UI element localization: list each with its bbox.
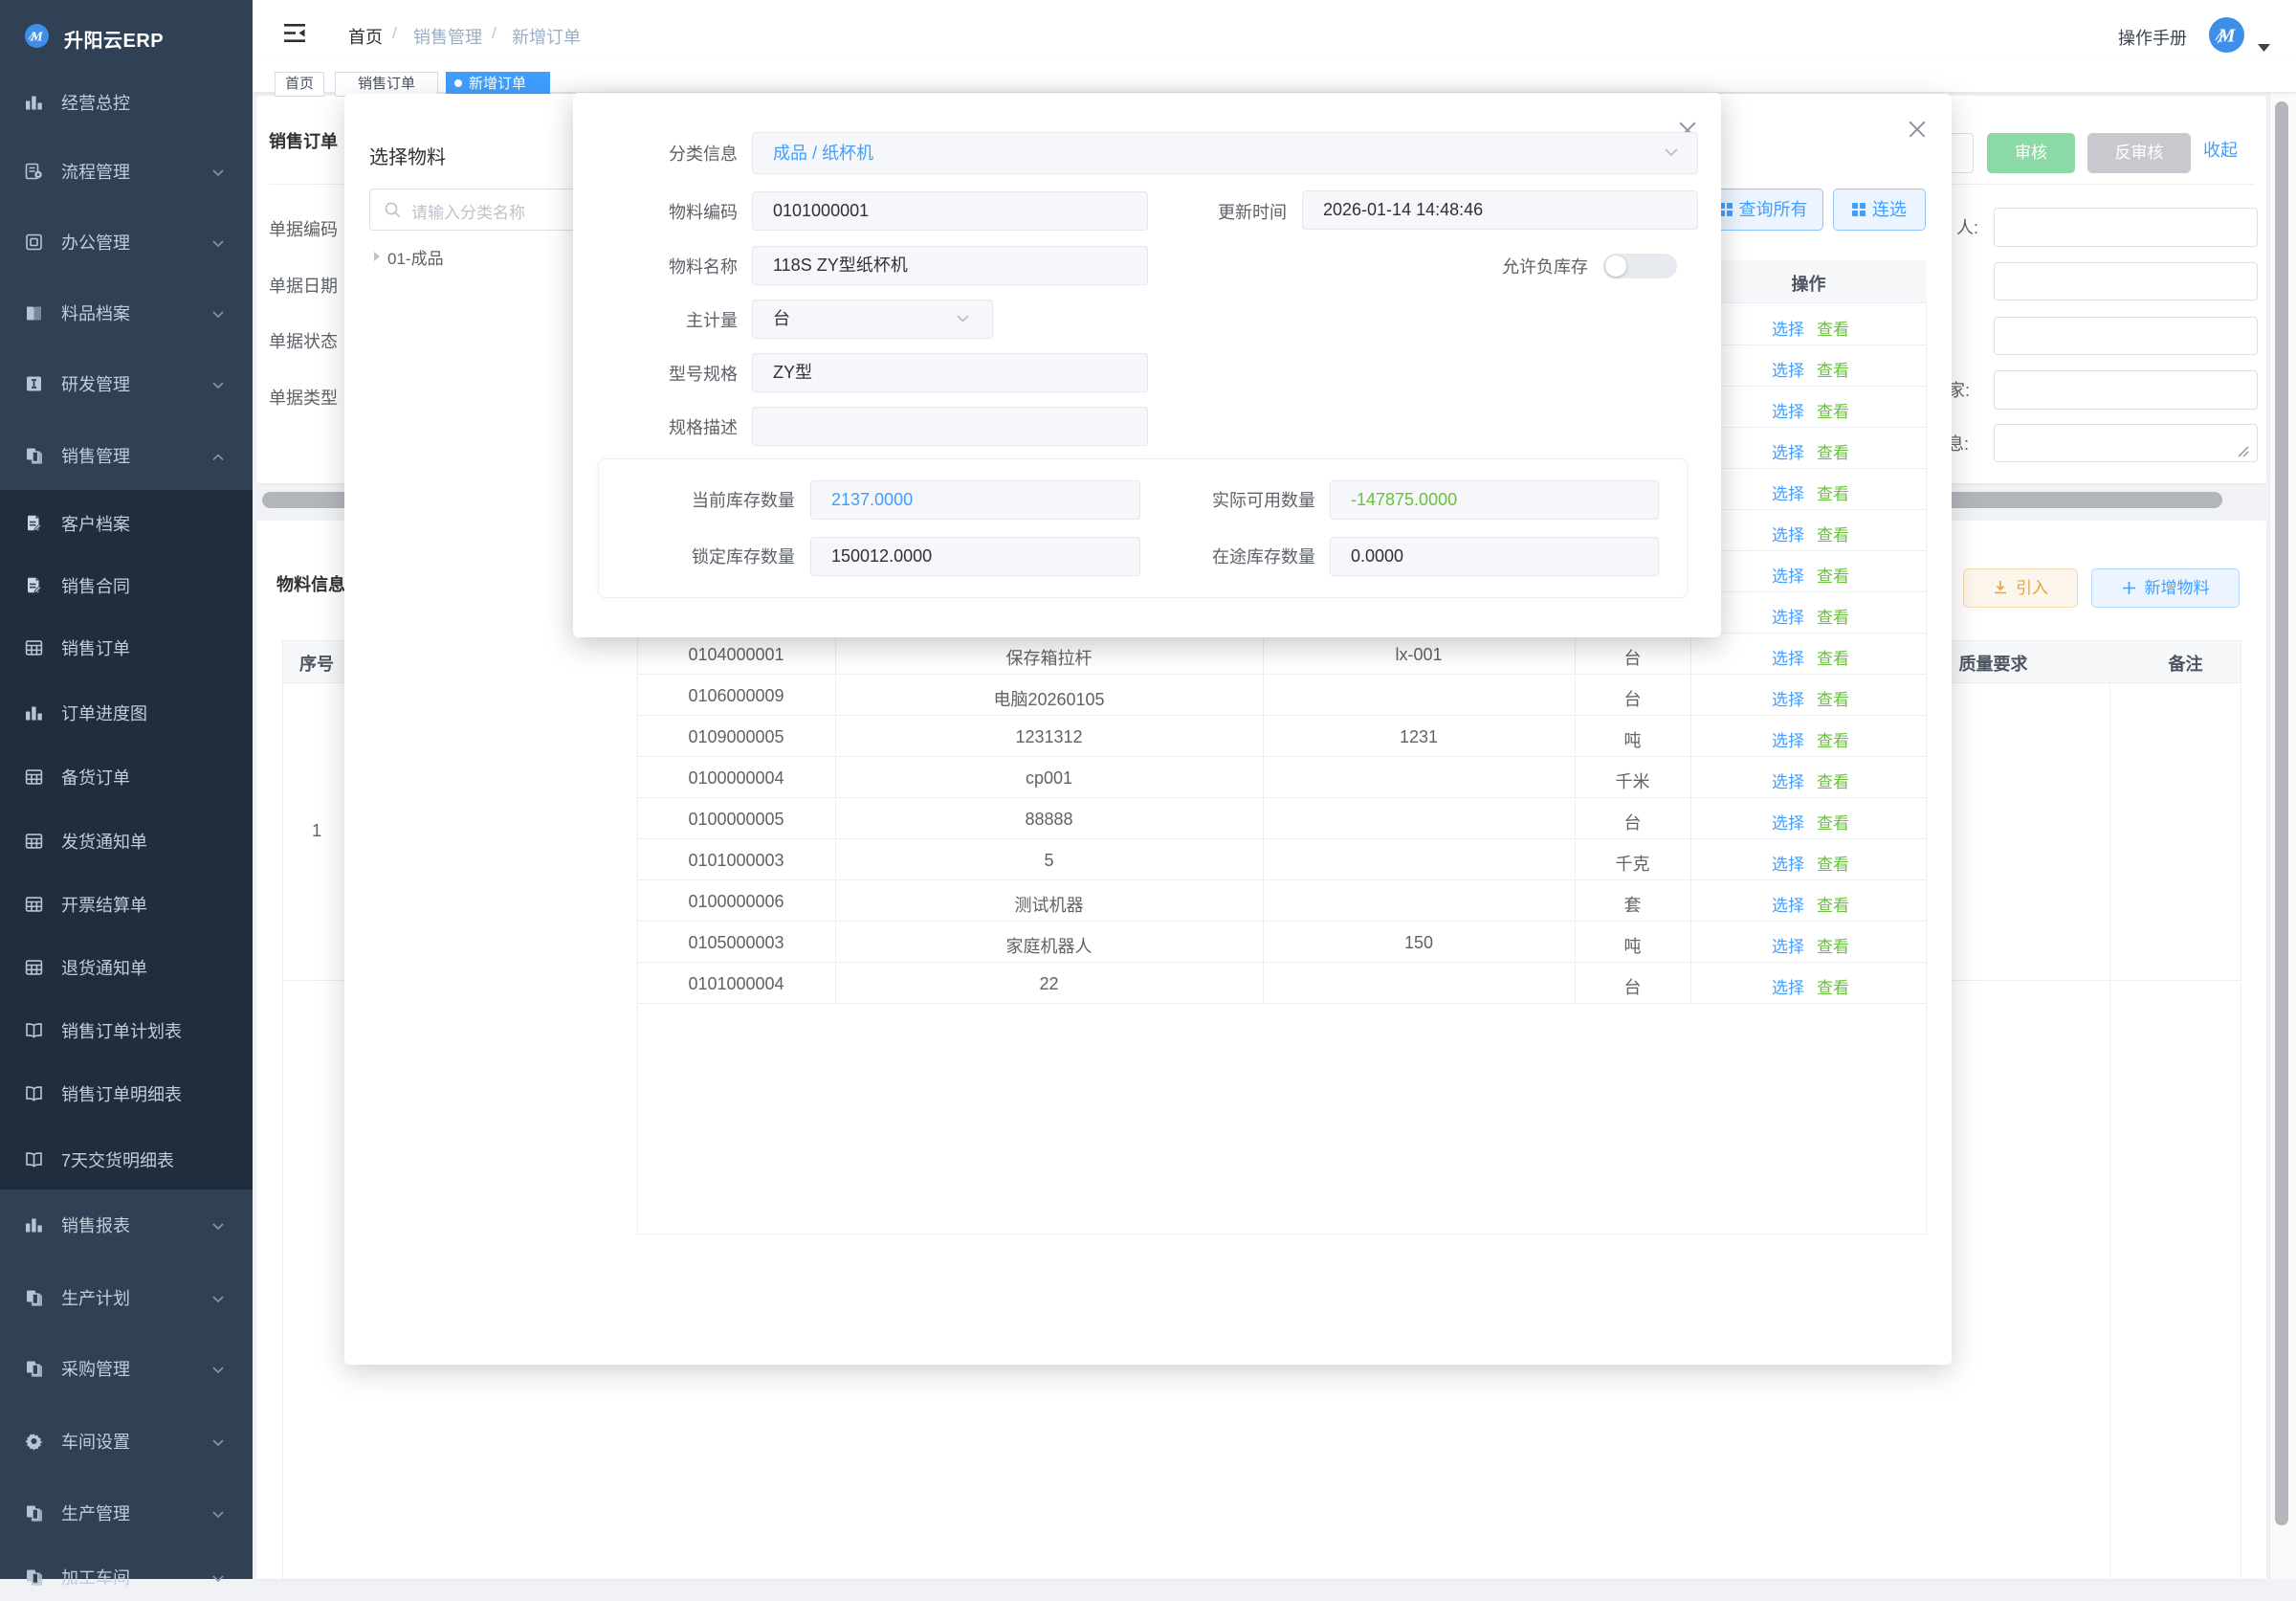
svg-text:M: M bbox=[30, 30, 43, 44]
svg-text:M: M bbox=[2218, 26, 2237, 47]
